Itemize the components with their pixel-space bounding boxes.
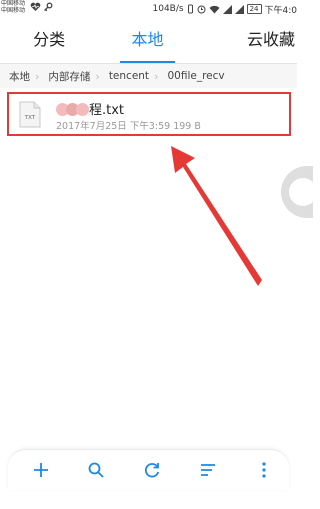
breadcrumb-internal-storage[interactable]: 内部存储 — [39, 69, 95, 84]
vibrate-icon — [187, 4, 193, 14]
side-float-handle[interactable] — [281, 166, 317, 218]
breadcrumb: 本地 › 内部存储 › tencent › 00file_recv — [0, 64, 297, 88]
wifi-icon — [209, 5, 220, 13]
file-list-item[interactable]: TXT 程.txt 2017年7月25日 下午3:59 199 B — [7, 92, 291, 136]
tab-category[interactable]: 分类 — [0, 18, 98, 63]
breadcrumb-00file-recv[interactable]: 00file_recv — [158, 70, 229, 82]
status-right: 104B/s 24 下午4:0 — [150, 2, 298, 16]
signal-2-icon — [234, 4, 244, 14]
clock: 下午4:0 — [264, 5, 298, 16]
file-name-text: 程.txt — [89, 103, 125, 118]
file-icon-label: TXT — [24, 115, 36, 121]
refresh-button[interactable] — [141, 459, 163, 481]
signal-icon — [222, 4, 232, 14]
search-button[interactable] — [85, 459, 107, 481]
carrier-1: 中国移动 — [1, 0, 26, 7]
carrier-2: 中国移动 — [1, 7, 26, 14]
add-icon — [34, 463, 48, 477]
heart-pulse-icon — [30, 2, 41, 12]
sort-button[interactable] — [197, 459, 219, 481]
tab-cloud-favorites[interactable]: 云收藏 — [197, 18, 297, 63]
more-button[interactable] — [253, 459, 275, 481]
file-size: 199 B — [173, 121, 201, 132]
breadcrumb-tencent[interactable]: tencent — [100, 70, 154, 82]
txt-file-icon: TXT — [19, 101, 41, 128]
file-name: 程.txt — [56, 99, 124, 118]
file-date: 2017年7月25日 — [56, 121, 127, 132]
refresh-icon — [144, 463, 160, 478]
more-icon — [262, 462, 266, 478]
status-bar: 中国移动 中国移动 104B/s 24 下午4:0 — [0, 0, 297, 18]
net-speed: 104B/s — [152, 4, 184, 14]
battery-level: 24 — [246, 4, 262, 14]
file-meta: 2017年7月25日 下午3:59 199 B — [56, 118, 201, 132]
tab-local[interactable]: 本地 — [98, 18, 196, 63]
search-icon — [88, 462, 104, 478]
tab-bar: 分类 本地 云收藏 — [0, 18, 297, 64]
file-time: 下午3:59 — [129, 121, 171, 132]
sort-icon — [201, 464, 215, 476]
redacted-mark — [76, 103, 89, 116]
alarm-icon — [197, 5, 206, 13]
bottom-toolbar — [8, 449, 289, 490]
add-button[interactable] — [30, 459, 52, 481]
carrier-info: 中国移动 中国移动 — [1, 0, 25, 14]
breadcrumb-local[interactable]: 本地 — [0, 69, 35, 84]
key-icon — [44, 2, 53, 12]
